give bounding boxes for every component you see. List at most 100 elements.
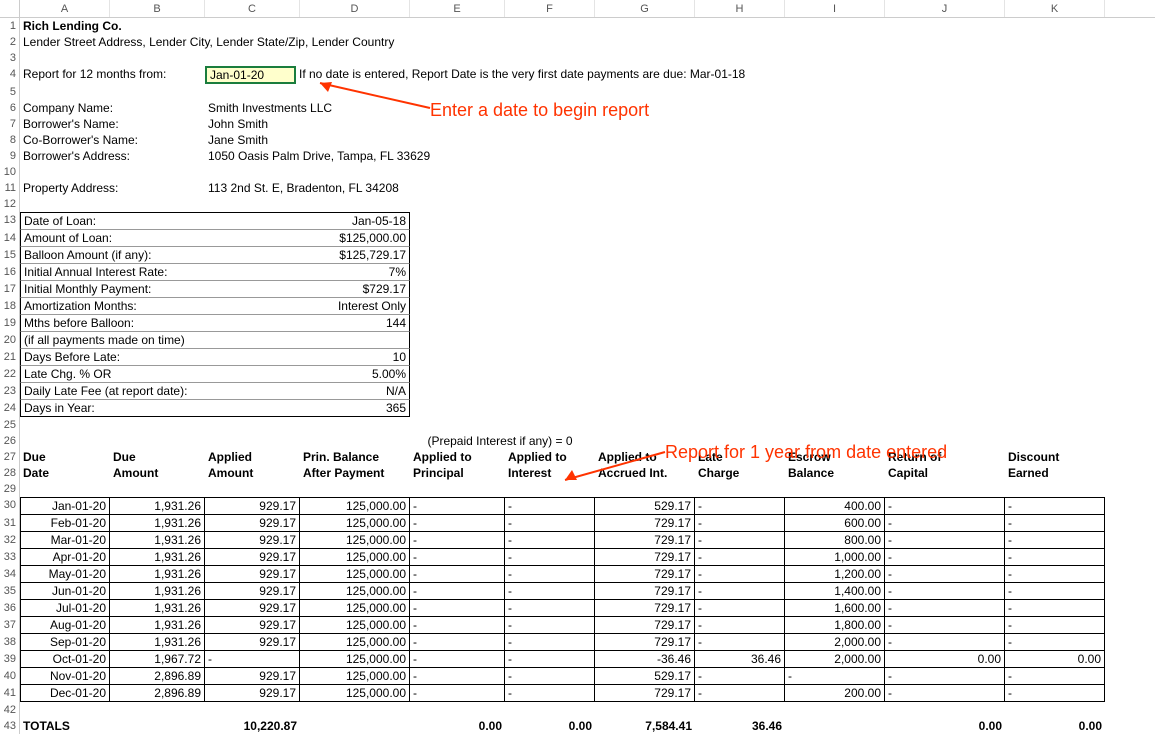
payment-cell[interactable]: 1,600.00 <box>785 600 885 617</box>
payment-cell[interactable]: - <box>785 668 885 685</box>
payment-cell[interactable]: - <box>885 668 1005 685</box>
payment-cell[interactable]: 0.00 <box>885 651 1005 668</box>
payment-cell[interactable]: 729.17 <box>595 515 695 532</box>
payment-cell[interactable]: - <box>1005 549 1105 566</box>
payment-cell[interactable]: - <box>695 566 785 583</box>
payment-cell[interactable]: - <box>410 566 505 583</box>
payment-cell[interactable]: 1,931.26 <box>110 497 205 515</box>
payment-cell[interactable]: - <box>505 583 595 600</box>
payment-cell[interactable]: - <box>885 685 1005 702</box>
payment-cell[interactable]: 125,000.00 <box>300 515 410 532</box>
payment-cell[interactable]: - <box>505 651 595 668</box>
payment-cell[interactable]: 729.17 <box>595 549 695 566</box>
payment-cell[interactable]: Mar-01-20 <box>20 532 110 549</box>
payment-cell[interactable]: 929.17 <box>205 549 300 566</box>
payment-cell[interactable]: - <box>695 617 785 634</box>
payment-cell[interactable]: 125,000.00 <box>300 566 410 583</box>
payment-cell[interactable]: 1,400.00 <box>785 583 885 600</box>
payment-cell[interactable]: Nov-01-20 <box>20 668 110 685</box>
payment-cell[interactable]: - <box>410 668 505 685</box>
payment-cell[interactable]: 125,000.00 <box>300 549 410 566</box>
payment-cell[interactable]: 929.17 <box>205 566 300 583</box>
payment-cell[interactable]: 929.17 <box>205 617 300 634</box>
payment-cell[interactable]: - <box>1005 497 1105 515</box>
payment-cell[interactable]: 400.00 <box>785 497 885 515</box>
payment-cell[interactable]: 729.17 <box>595 583 695 600</box>
payment-cell[interactable]: - <box>410 685 505 702</box>
payment-cell[interactable]: - <box>505 549 595 566</box>
payment-cell[interactable]: 929.17 <box>205 497 300 515</box>
payment-cell[interactable]: May-01-20 <box>20 566 110 583</box>
payment-cell[interactable]: 800.00 <box>785 532 885 549</box>
payment-cell[interactable]: - <box>410 497 505 515</box>
payment-cell[interactable]: 729.17 <box>595 600 695 617</box>
payment-cell[interactable]: Jul-01-20 <box>20 600 110 617</box>
payment-cell[interactable]: - <box>885 549 1005 566</box>
payment-cell[interactable]: - <box>505 685 595 702</box>
payment-cell[interactable]: - <box>1005 668 1105 685</box>
payment-cell[interactable]: 729.17 <box>595 532 695 549</box>
payment-cell[interactable]: 125,000.00 <box>300 634 410 651</box>
payment-cell[interactable]: - <box>885 583 1005 600</box>
report-date-input[interactable]: Jan-01-20 <box>205 66 296 84</box>
payment-cell[interactable]: -36.46 <box>595 651 695 668</box>
payment-cell[interactable]: - <box>695 583 785 600</box>
payment-cell[interactable]: 1,931.26 <box>110 600 205 617</box>
payment-cell[interactable]: 36.46 <box>695 651 785 668</box>
payment-cell[interactable]: - <box>695 532 785 549</box>
payment-cell[interactable]: - <box>885 497 1005 515</box>
payment-cell[interactable]: - <box>410 617 505 634</box>
payment-cell[interactable]: 929.17 <box>205 515 300 532</box>
payment-cell[interactable]: - <box>505 634 595 651</box>
payment-cell[interactable]: 125,000.00 <box>300 617 410 634</box>
payment-cell[interactable]: - <box>410 549 505 566</box>
payment-cell[interactable]: - <box>505 566 595 583</box>
payment-cell[interactable]: 125,000.00 <box>300 685 410 702</box>
payment-cell[interactable]: - <box>695 685 785 702</box>
payment-cell[interactable]: - <box>410 600 505 617</box>
payment-cell[interactable]: Feb-01-20 <box>20 515 110 532</box>
payment-cell[interactable]: 125,000.00 <box>300 600 410 617</box>
payment-cell[interactable]: Dec-01-20 <box>20 685 110 702</box>
payment-cell[interactable]: 929.17 <box>205 600 300 617</box>
payment-cell[interactable]: 729.17 <box>595 685 695 702</box>
payment-cell[interactable]: Jun-01-20 <box>20 583 110 600</box>
payment-cell[interactable]: - <box>505 617 595 634</box>
payment-cell[interactable]: 729.17 <box>595 634 695 651</box>
payment-cell[interactable]: 929.17 <box>205 685 300 702</box>
payment-cell[interactable]: - <box>695 497 785 515</box>
payment-cell[interactable]: 529.17 <box>595 497 695 515</box>
payment-cell[interactable]: 929.17 <box>205 532 300 549</box>
payment-cell[interactable]: 1,931.26 <box>110 634 205 651</box>
payment-cell[interactable]: Jan-01-20 <box>20 497 110 515</box>
payment-cell[interactable]: 1,200.00 <box>785 566 885 583</box>
payment-cell[interactable]: 2,896.89 <box>110 685 205 702</box>
payment-cell[interactable]: - <box>410 515 505 532</box>
payment-cell[interactable]: 125,000.00 <box>300 583 410 600</box>
payment-cell[interactable]: - <box>505 497 595 515</box>
payment-cell[interactable]: - <box>410 634 505 651</box>
payment-cell[interactable]: - <box>410 651 505 668</box>
payment-cell[interactable]: 600.00 <box>785 515 885 532</box>
payment-cell[interactable]: Oct-01-20 <box>20 651 110 668</box>
payment-cell[interactable]: - <box>1005 617 1105 634</box>
payment-cell[interactable]: 929.17 <box>205 583 300 600</box>
payment-cell[interactable]: Sep-01-20 <box>20 634 110 651</box>
payment-cell[interactable]: - <box>505 515 595 532</box>
payment-cell[interactable]: - <box>885 515 1005 532</box>
payment-cell[interactable]: 1,800.00 <box>785 617 885 634</box>
payment-cell[interactable]: 529.17 <box>595 668 695 685</box>
payment-cell[interactable]: 929.17 <box>205 634 300 651</box>
payment-cell[interactable]: 729.17 <box>595 617 695 634</box>
payment-cell[interactable]: 2,000.00 <box>785 634 885 651</box>
payment-cell[interactable]: - <box>205 651 300 668</box>
payment-cell[interactable]: - <box>695 634 785 651</box>
payment-cell[interactable]: 125,000.00 <box>300 668 410 685</box>
payment-cell[interactable]: - <box>695 549 785 566</box>
payment-cell[interactable]: - <box>505 600 595 617</box>
payment-cell[interactable]: - <box>1005 685 1105 702</box>
payment-cell[interactable]: - <box>885 532 1005 549</box>
payment-cell[interactable]: - <box>1005 515 1105 532</box>
payment-cell[interactable]: - <box>505 668 595 685</box>
payment-cell[interactable]: 1,000.00 <box>785 549 885 566</box>
